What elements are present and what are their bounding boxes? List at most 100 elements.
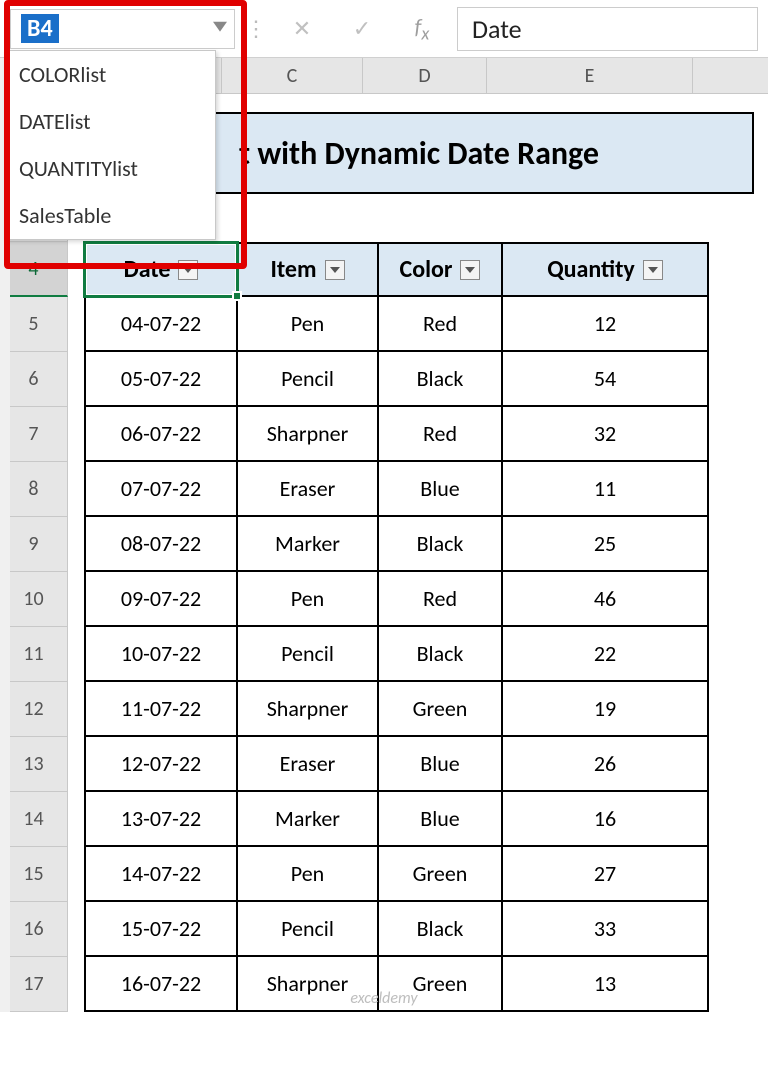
row-header-4[interactable]: 4 <box>0 242 68 297</box>
cell-qty[interactable]: 16 <box>503 792 709 847</box>
cell-date[interactable]: 05-07-22 <box>84 352 238 407</box>
row-header[interactable]: 15 <box>0 847 68 902</box>
cell-color[interactable]: Red <box>379 407 503 462</box>
table-row: 16 15-07-22 Pencil Black 33 <box>0 902 768 957</box>
table-row: 8 07-07-22 Eraser Blue 11 <box>0 462 768 517</box>
cell-color[interactable]: Black <box>379 627 503 682</box>
cell-color[interactable]: Black <box>379 517 503 572</box>
fx-icon[interactable]: fx <box>397 9 447 49</box>
formula-bar-value: Date <box>472 13 522 45</box>
cell-item[interactable]: Eraser <box>238 737 379 792</box>
header-date-cell[interactable]: Date <box>84 242 238 297</box>
header-item-cell[interactable]: Item <box>238 242 379 297</box>
cell-date[interactable]: 12-07-22 <box>84 737 238 792</box>
cell-color[interactable]: Blue <box>379 462 503 517</box>
cell-date[interactable]: 14-07-22 <box>84 847 238 902</box>
name-box[interactable]: B4 <box>10 9 235 49</box>
name-box-dropdown-icon[interactable] <box>211 17 229 35</box>
cell-date[interactable]: 04-07-22 <box>84 297 238 352</box>
cell-qty[interactable]: 27 <box>503 847 709 902</box>
cell-color[interactable]: Blue <box>379 792 503 847</box>
row-header[interactable]: 6 <box>0 352 68 407</box>
row-header[interactable]: 9 <box>0 517 68 572</box>
cell-item[interactable]: Marker <box>238 792 379 847</box>
cell-item[interactable]: Pencil <box>238 902 379 957</box>
cell-qty[interactable]: 12 <box>503 297 709 352</box>
divider-icon: ⋮ <box>245 15 267 42</box>
header-item-label: Item <box>270 255 316 284</box>
header-color-label: Color <box>400 255 453 284</box>
cell-item[interactable]: Marker <box>238 517 379 572</box>
title-text: t with Dynamic Date Range <box>239 134 599 173</box>
cell-qty[interactable]: 32 <box>503 407 709 462</box>
row-header[interactable]: 8 <box>0 462 68 517</box>
header-qty-cell[interactable]: Quantity <box>503 242 709 297</box>
cell-item[interactable]: Sharpner <box>238 682 379 737</box>
row-header[interactable]: 7 <box>0 407 68 462</box>
name-box-value: B4 <box>21 14 59 43</box>
filter-icon[interactable] <box>643 260 663 280</box>
table-row: 15 14-07-22 Pen Green 27 <box>0 847 768 902</box>
filter-icon[interactable] <box>460 260 480 280</box>
cell-qty[interactable]: 26 <box>503 737 709 792</box>
header-color-cell[interactable]: Color <box>379 242 503 297</box>
row-header[interactable]: 14 <box>0 792 68 847</box>
cell-color[interactable]: Red <box>379 572 503 627</box>
filter-icon[interactable] <box>325 260 345 280</box>
cell-color[interactable]: Red <box>379 297 503 352</box>
cell-item[interactable]: Pen <box>238 572 379 627</box>
cell-color[interactable]: Black <box>379 902 503 957</box>
cell-color[interactable]: Green <box>379 847 503 902</box>
cell-date[interactable]: 07-07-22 <box>84 462 238 517</box>
row-header[interactable]: 5 <box>0 297 68 352</box>
cell-qty[interactable]: 54 <box>503 352 709 407</box>
row-header[interactable]: 11 <box>0 627 68 682</box>
cell-item[interactable]: Eraser <box>238 462 379 517</box>
name-item-quantitylist[interactable]: QUANTITYlist <box>5 145 215 192</box>
cell-color[interactable]: Green <box>379 682 503 737</box>
cell-item[interactable]: Pencil <box>238 627 379 682</box>
cell-date[interactable]: 09-07-22 <box>84 572 238 627</box>
cell-color[interactable]: Black <box>379 352 503 407</box>
name-item-salestable[interactable]: SalesTable <box>5 192 215 239</box>
cell-qty[interactable]: 46 <box>503 572 709 627</box>
cell-qty[interactable]: 22 <box>503 627 709 682</box>
enter-button[interactable]: ✓ <box>337 9 387 49</box>
cell-date[interactable]: 16-07-22 <box>84 957 238 1012</box>
table-row: 9 08-07-22 Marker Black 25 <box>0 517 768 572</box>
cell-date[interactable]: 08-07-22 <box>84 517 238 572</box>
cell-qty[interactable]: 19 <box>503 682 709 737</box>
col-header-d[interactable]: D <box>363 58 487 93</box>
row-header[interactable]: 16 <box>0 902 68 957</box>
cell-date[interactable]: 11-07-22 <box>84 682 238 737</box>
table-row: 14 13-07-22 Marker Blue 16 <box>0 792 768 847</box>
filter-icon[interactable] <box>178 260 198 280</box>
formula-bar-input[interactable]: Date <box>457 7 758 51</box>
table-row: 7 06-07-22 Sharpner Red 32 <box>0 407 768 462</box>
cell-item[interactable]: Pencil <box>238 352 379 407</box>
cell-item[interactable]: Sharpner <box>238 407 379 462</box>
name-item-colorlist[interactable]: COLORlist <box>5 51 215 98</box>
cell-date[interactable]: 13-07-22 <box>84 792 238 847</box>
cell-qty[interactable]: 25 <box>503 517 709 572</box>
name-item-datelist[interactable]: DATElist <box>5 98 215 145</box>
cell-color[interactable]: Blue <box>379 737 503 792</box>
cancel-button[interactable]: ✕ <box>277 9 327 49</box>
col-header-e[interactable]: E <box>487 58 693 93</box>
row-header[interactable]: 10 <box>0 572 68 627</box>
cell-date[interactable]: 10-07-22 <box>84 627 238 682</box>
cell-item[interactable]: Pen <box>238 297 379 352</box>
row-header[interactable]: 13 <box>0 737 68 792</box>
table-row: 5 04-07-22 Pen Red 12 <box>0 297 768 352</box>
row-header[interactable]: 17 <box>0 957 68 1012</box>
watermark: exceldemy <box>350 989 417 1008</box>
cell-qty[interactable]: 33 <box>503 902 709 957</box>
cell-qty[interactable]: 13 <box>503 957 709 1012</box>
cell-qty[interactable]: 11 <box>503 462 709 517</box>
header-qty-label: Quantity <box>547 255 635 284</box>
cell-date[interactable]: 15-07-22 <box>84 902 238 957</box>
col-header-c[interactable]: C <box>222 58 363 93</box>
cell-date[interactable]: 06-07-22 <box>84 407 238 462</box>
row-header[interactable]: 12 <box>0 682 68 737</box>
cell-item[interactable]: Pen <box>238 847 379 902</box>
